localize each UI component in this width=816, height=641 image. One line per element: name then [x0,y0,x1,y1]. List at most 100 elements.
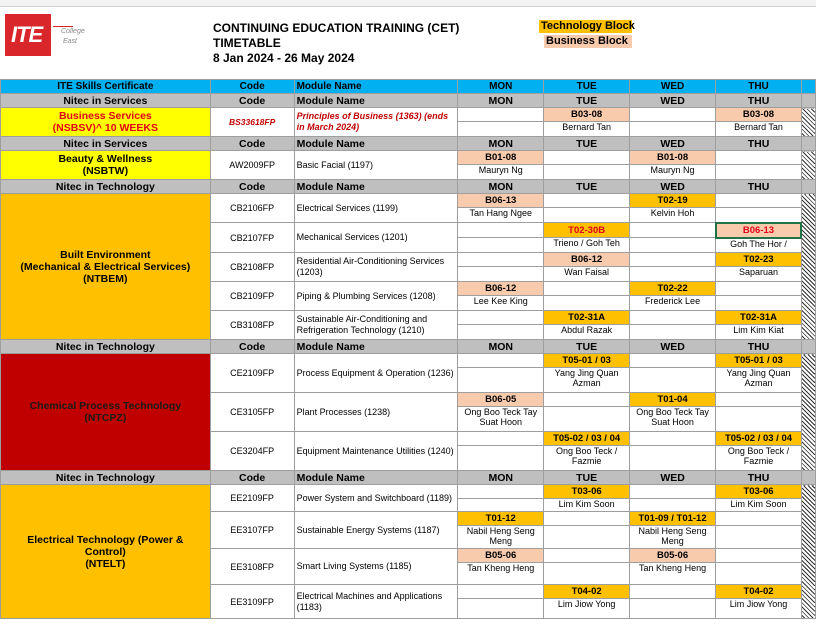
module-name[interactable]: Electrical Machines and Applications (11… [293,584,459,619]
wed-room[interactable] [629,484,717,499]
mon-room[interactable]: B01-08 [457,150,545,165]
module-name[interactable]: Electrical Services (1199) [293,193,459,223]
mon-lecturer[interactable] [457,266,545,282]
module-name[interactable]: Smart Living Systems (1185) [293,548,459,585]
thu-room[interactable]: T02-31A [715,310,802,325]
mon-lecturer[interactable] [457,445,545,471]
tue-lecturer[interactable]: Bernard Tan [543,121,631,137]
module-name[interactable]: Basic Facial (1197) [293,150,459,180]
module-name[interactable]: Sustainable Energy Systems (1187) [293,511,459,549]
wed-lecturer[interactable] [629,498,717,512]
mon-lecturer[interactable] [457,237,545,253]
thu-room[interactable]: T03-06 [715,484,802,499]
thu-lecturer[interactable] [715,406,802,432]
tue-room[interactable] [543,548,631,563]
module-code[interactable]: CE2109FP [209,353,295,393]
module-name[interactable]: Plant Processes (1238) [293,392,459,432]
module-name[interactable]: Equipment Maintenance Utilities (1240) [293,431,459,471]
wed-lecturer[interactable]: Kelvin Hoh [629,207,717,223]
tue-lecturer[interactable]: Lim Kim Soon [543,498,631,512]
wed-lecturer[interactable] [629,367,717,393]
tue-lecturer[interactable]: Wan Faisal [543,266,631,282]
mon-lecturer[interactable]: Ong Boo Teck Tay Suat Hoon [457,406,545,432]
wed-room[interactable] [629,584,717,599]
module-code[interactable]: EE3108FP [209,548,295,585]
thu-lecturer[interactable] [715,207,802,223]
tue-lecturer[interactable] [543,525,631,549]
tue-lecturer[interactable]: Lim Jiow Yong [543,598,631,619]
thu-lecturer[interactable] [715,164,802,180]
thu-lecturer[interactable]: Bernard Tan [715,121,802,137]
tue-lecturer[interactable] [543,406,631,432]
tue-room[interactable] [543,193,631,208]
tue-lecturer[interactable] [543,164,631,180]
tue-room[interactable]: T05-01 / 03 [543,353,631,368]
module-name[interactable]: Piping & Plumbing Services (1208) [293,281,459,311]
thu-lecturer[interactable] [715,525,802,549]
module-name[interactable]: Sustainable Air-Conditioning and Refrige… [293,310,459,340]
thu-lecturer[interactable]: Goh The Hor / [715,237,802,253]
tue-lecturer[interactable]: Trieno / Goh Teh [543,237,631,253]
tue-room[interactable]: T04-02 [543,584,631,599]
module-code[interactable]: CB3108FP [209,310,295,340]
thu-room[interactable] [715,150,802,165]
module-code[interactable]: CB2108FP [209,252,295,282]
module-code[interactable]: CB2107FP [209,222,295,253]
thu-lecturer[interactable] [715,562,802,585]
mon-room[interactable]: B06-12 [457,281,545,296]
mon-room[interactable] [457,310,545,325]
wed-room[interactable] [629,310,717,325]
mon-room[interactable]: B06-05 [457,392,545,407]
tue-room[interactable]: T03-06 [543,484,631,499]
thu-room[interactable] [715,392,802,407]
thu-lecturer[interactable]: Ong Boo Teck / Fazmie [715,445,802,471]
mon-lecturer[interactable]: Mauryn Ng [457,164,545,180]
wed-lecturer[interactable]: Frederick Lee [629,295,717,311]
thu-lecturer[interactable]: Lim Kim Soon [715,498,802,512]
module-code[interactable]: CE3105FP [209,392,295,432]
wed-room[interactable]: T02-22 [629,281,717,296]
mon-room[interactable]: B05-06 [457,548,545,563]
wed-room[interactable]: T01-09 / T01-12 [629,511,717,526]
wed-room[interactable]: B05-06 [629,548,717,563]
tue-room[interactable] [543,511,631,526]
wed-lecturer[interactable] [629,121,717,137]
wed-lecturer[interactable] [629,598,717,619]
wed-room[interactable]: B01-08 [629,150,717,165]
tue-room[interactable] [543,150,631,165]
module-name[interactable]: Principles of Business (1363) (ends in M… [293,107,459,137]
wed-room[interactable] [629,431,717,446]
tue-room[interactable]: T02-30B [543,222,631,238]
mon-room[interactable]: B06-13 [457,193,545,208]
module-name[interactable]: Mechanical Services (1201) [293,222,459,253]
mon-room[interactable] [457,252,545,267]
wed-lecturer[interactable] [629,266,717,282]
module-code[interactable]: CB2109FP [209,281,295,311]
mon-lecturer[interactable]: Nabil Heng Seng Meng [457,525,545,549]
module-code[interactable]: AW2009FP [209,150,295,180]
tue-lecturer[interactable] [543,295,631,311]
wed-room[interactable]: T02-19 [629,193,717,208]
mon-lecturer[interactable] [457,324,545,340]
wed-room[interactable] [629,107,717,122]
mon-lecturer[interactable] [457,121,545,137]
thu-room[interactable] [715,548,802,563]
module-code[interactable]: CB2106FP [209,193,295,223]
wed-lecturer[interactable] [629,324,717,340]
thu-room[interactable]: T04-02 [715,584,802,599]
module-name[interactable]: Process Equipment & Operation (1236) [293,353,459,393]
tue-room[interactable]: B06-12 [543,252,631,267]
module-code[interactable]: EE3109FP [209,584,295,619]
wed-lecturer[interactable]: Tan Kheng Heng [629,562,717,585]
thu-room[interactable]: T05-02 / 03 / 04 [715,431,802,446]
tue-lecturer[interactable] [543,562,631,585]
module-code[interactable]: EE2109FP [209,484,295,512]
mon-lecturer[interactable]: Tan Kheng Heng [457,562,545,585]
module-name[interactable]: Residential Air-Conditioning Services (1… [293,252,459,282]
mon-room[interactable] [457,353,545,368]
tue-room[interactable]: B03-08 [543,107,631,122]
tue-room[interactable] [543,392,631,407]
thu-lecturer[interactable]: Yang Jing Quan Azman [715,367,802,393]
tue-lecturer[interactable]: Ong Boo Teck / Fazmie [543,445,631,471]
thu-room[interactable]: T02-23 [715,252,802,267]
